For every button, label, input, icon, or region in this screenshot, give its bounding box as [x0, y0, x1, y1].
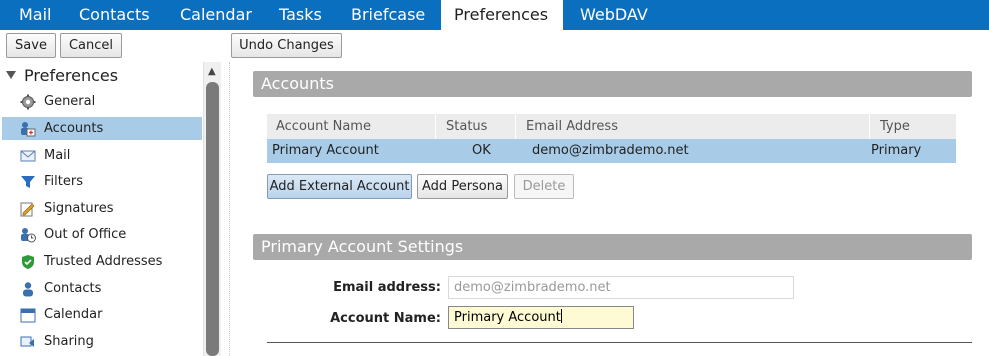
sidebar-item-mail[interactable]: Mail: [2, 144, 202, 167]
calendar-icon: [20, 308, 36, 323]
sidebar-item-out-of-office[interactable]: Out of Office: [2, 223, 202, 246]
column-header-account-name[interactable]: Account Name: [267, 114, 436, 139]
envelope-icon: [20, 150, 36, 162]
cancel-button[interactable]: Cancel: [60, 33, 122, 58]
preferences-tree: Preferences General Accounts Mail Filter…: [0, 62, 222, 356]
sidebar-item-trusted-addresses[interactable]: Trusted Addresses: [2, 250, 202, 273]
chevron-up-icon[interactable]: ▲: [208, 66, 216, 77]
add-persona-button[interactable]: Add Persona: [417, 174, 508, 199]
sidebar-item-signatures[interactable]: Signatures: [2, 197, 202, 220]
delete-button[interactable]: Delete: [514, 174, 574, 199]
gear-icon: [20, 94, 36, 110]
sidebar-item-filters[interactable]: Filters: [2, 170, 202, 193]
sidebar-item-accounts[interactable]: Accounts: [2, 117, 202, 140]
sidebar-item-label: Mail: [44, 148, 71, 163]
scroll-thumb[interactable]: [206, 82, 219, 356]
add-external-account-button[interactable]: Add External Account: [267, 174, 412, 199]
account-name-value: Primary Account: [454, 310, 561, 325]
tree-header-label: Preferences: [24, 66, 119, 85]
out-of-office-icon: [21, 228, 36, 243]
tab-contacts[interactable]: Contacts: [70, 0, 159, 30]
account-email-cell: demo@zimbrademo.net: [532, 143, 689, 158]
sidebar-item-label: Sharing: [44, 334, 94, 349]
sidebar-item-label: Signatures: [44, 201, 114, 216]
person-icon: [23, 282, 33, 297]
filter-icon: [21, 176, 35, 188]
sidebar-item-label: Calendar: [44, 307, 103, 322]
sidebar-item-label: General: [44, 94, 96, 109]
tab-calendar[interactable]: Calendar: [171, 0, 261, 30]
text-cursor: [560, 309, 562, 323]
sharing-icon: [20, 336, 34, 347]
account-status-cell: OK: [472, 143, 491, 158]
column-header-status[interactable]: Status: [437, 114, 516, 139]
sidebar-scrollbar[interactable]: ▲: [203, 62, 221, 356]
sidebar-item-general[interactable]: General: [2, 90, 202, 113]
sidebar-item-calendar[interactable]: Calendar: [2, 303, 202, 326]
section-divider: [267, 342, 972, 343]
accounts-table: Account Name Status Email Address Type P…: [267, 114, 956, 163]
column-header-email-address[interactable]: Email Address: [517, 114, 870, 139]
sidebar-item-contacts[interactable]: Contacts: [2, 277, 202, 300]
accounts-icon: [21, 122, 36, 137]
app-tab-bar: Mail Contacts Calendar Tasks Briefcase P…: [0, 0, 989, 30]
primary-account-settings-header: Primary Account Settings: [253, 234, 972, 260]
signature-icon: [20, 202, 35, 217]
table-header: Account Name Status Email Address Type: [267, 114, 956, 139]
tab-tasks[interactable]: Tasks: [270, 0, 331, 30]
tree-header[interactable]: Preferences: [6, 66, 118, 85]
sidebar-item-label: Trusted Addresses: [44, 254, 163, 269]
accounts-section-header: Accounts: [253, 71, 972, 97]
undo-changes-button[interactable]: Undo Changes: [231, 33, 342, 58]
column-header-type[interactable]: Type: [871, 114, 956, 139]
account-name-cell: Primary Account: [272, 143, 379, 158]
tab-webdav[interactable]: WebDAV: [571, 0, 657, 30]
tab-briefcase[interactable]: Briefcase: [342, 0, 434, 30]
tab-preferences[interactable]: Preferences: [441, 0, 563, 30]
shield-icon: [22, 255, 34, 269]
email-address-label: Email address:: [333, 280, 441, 295]
pane-divider[interactable]: [229, 62, 230, 356]
account-type-cell: Primary: [871, 143, 922, 158]
account-name-field[interactable]: Primary Account: [448, 306, 634, 329]
save-button[interactable]: Save: [6, 33, 56, 58]
sidebar-item-sharing[interactable]: Sharing: [2, 330, 202, 353]
sidebar-item-label: Accounts: [44, 121, 104, 136]
sidebar-item-label: Filters: [44, 174, 83, 189]
account-name-label: Account Name:: [330, 311, 441, 326]
email-address-field[interactable]: demo@zimbrademo.net: [448, 276, 794, 299]
sidebar-item-label: Out of Office: [44, 227, 127, 242]
table-row[interactable]: Primary Account OK demo@zimbrademo.net P…: [267, 139, 956, 163]
sidebar-item-label: Contacts: [44, 281, 102, 296]
tab-mail[interactable]: Mail: [10, 0, 61, 30]
